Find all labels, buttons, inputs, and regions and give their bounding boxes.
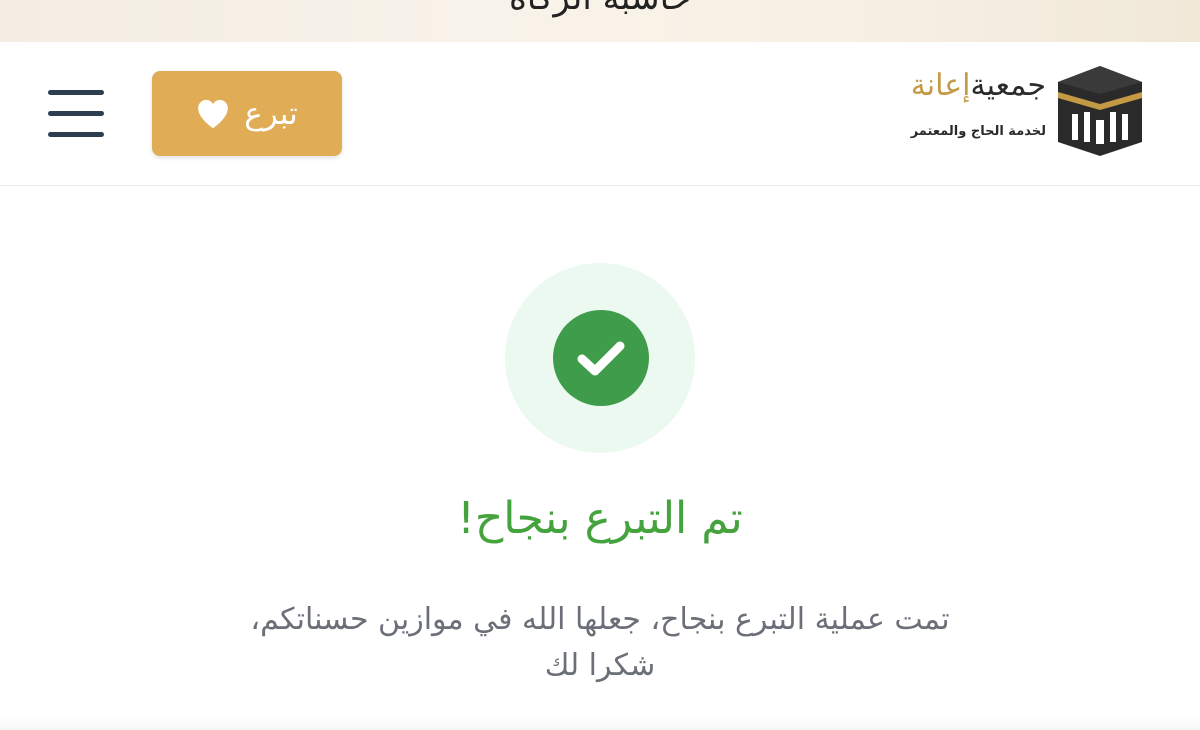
donate-button-label: تبرع: [244, 95, 298, 132]
checkmark-icon: [577, 341, 625, 376]
success-message-line1: تمت عملية التبرع بنجاح، جعلها الله في مو…: [250, 602, 950, 637]
success-message-line2: شكرا لك: [544, 648, 656, 683]
logo-name-part1: جمعية: [970, 68, 1047, 103]
hamburger-menu-icon: [48, 90, 104, 95]
top-banner[interactable]: حاسبة الزكاة: [0, 0, 1200, 42]
site-header: تبرع جمعيةإعانة لخدمة الحاج والمعتمر: [0, 42, 1200, 186]
logo-subtitle: لخدمة الحاج والمعتمر: [910, 124, 1046, 139]
hamburger-menu-button[interactable]: [44, 86, 108, 140]
success-title: تم التبرع بنجاح!: [457, 493, 743, 544]
success-message: تمت عملية التبرع بنجاح، جعلها الله في مو…: [200, 597, 1000, 689]
success-icon-container: [505, 263, 695, 453]
kaaba-logo-icon: [1058, 66, 1142, 156]
logo-name-part2: إعانة: [910, 68, 971, 103]
banner-text[interactable]: حاسبة الزكاة: [0, 0, 1200, 18]
check-circle-icon: [553, 310, 649, 406]
logo-name: جمعيةإعانة: [911, 68, 1046, 103]
heart-icon: [198, 99, 229, 128]
page: حاسبة الزكاة تبرع: [0, 0, 1200, 730]
site-logo[interactable]: جمعيةإعانة لخدمة الحاج والمعتمر: [910, 64, 1142, 160]
donate-button[interactable]: تبرع: [152, 71, 342, 156]
bottom-divider: [0, 716, 1200, 730]
